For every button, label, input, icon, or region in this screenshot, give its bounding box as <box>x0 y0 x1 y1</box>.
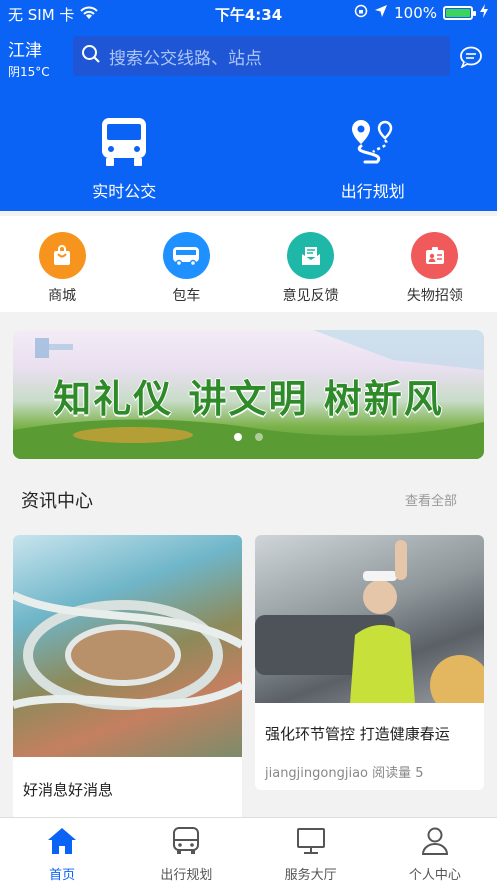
feedback-icon <box>287 232 335 279</box>
feedback-label: 意见反馈 <box>282 288 339 304</box>
tab-home[interactable]: 首页 <box>0 818 124 883</box>
news-meta: jiangjingongjiao 阅读量 5 <box>265 766 424 781</box>
view-all-link[interactable]: 查看全部 <box>405 490 457 509</box>
tab-profile-label: 个人中心 <box>408 868 461 883</box>
realtime-bus-button[interactable]: 实时公交 <box>0 116 249 206</box>
city-name: 江津 <box>8 41 42 61</box>
battery-icon <box>443 6 476 20</box>
route-icon <box>347 120 399 172</box>
banner-slogan: 知礼仪 讲文明 树新风 <box>53 376 444 421</box>
news-image-traffic-police <box>255 535 484 715</box>
realtime-bus-label: 实时公交 <box>92 182 157 201</box>
charter-label: 包车 <box>172 288 201 304</box>
carousel-dot[interactable] <box>255 433 264 441</box>
lost-found-button[interactable]: 失物招领 <box>373 216 497 312</box>
tab-trip-planning[interactable]: 出行规划 <box>124 818 248 883</box>
charging-icon <box>479 4 489 22</box>
news-title: 好消息好消息 <box>23 781 114 799</box>
tab-profile[interactable]: 个人中心 <box>373 818 497 883</box>
rotation-lock-icon <box>354 4 368 22</box>
battery-percent: 100% <box>394 4 437 22</box>
shopping-bag-icon <box>38 232 86 279</box>
news-title: 强化环节管控 打造健康春运 <box>265 725 450 743</box>
tab-trip-planning-label: 出行规划 <box>160 868 213 883</box>
status-bar: 无 SIM 卡 下午4:34 100% <box>0 0 497 28</box>
home-icon <box>46 828 78 860</box>
bus-icon <box>162 232 210 279</box>
lost-found-icon <box>411 232 459 279</box>
trip-planning-label: 出行规划 <box>340 182 405 201</box>
bottom-tab-bar: 首页 出行规划 服务大厅 个人中心 <box>0 817 497 883</box>
search-input[interactable]: 搜索公交线路、站点 <box>73 36 450 76</box>
banner-carousel[interactable]: 知礼仪 讲文明 树新风 <box>13 330 484 459</box>
mall-label: 商城 <box>48 288 77 304</box>
feedback-button[interactable]: 意见反馈 <box>249 216 373 312</box>
search-placeholder: 搜索公交线路、站点 <box>109 48 262 69</box>
carousel-dots <box>13 426 484 445</box>
city-selector[interactable]: 江津 阴15°C <box>8 36 68 80</box>
tab-home-label: 首页 <box>49 868 76 883</box>
tab-service-hall[interactable]: 服务大厅 <box>249 818 373 883</box>
news-image-highway <box>13 535 242 757</box>
carousel-dot[interactable] <box>233 433 242 441</box>
search-icon <box>81 44 101 68</box>
bus-icon <box>98 118 150 172</box>
charter-button[interactable]: 包车 <box>124 216 248 312</box>
quick-access-row: 商城 包车 意见反馈 失物招领 <box>0 216 497 312</box>
tab-service-hall-label: 服务大厅 <box>284 868 337 883</box>
news-card[interactable]: 强化环节管控 打造健康春运 jiangjingongjiao 阅读量 5 <box>255 535 484 790</box>
lost-found-label: 失物招领 <box>406 288 463 304</box>
news-card[interactable]: 好消息好消息 <box>13 535 242 820</box>
header: 江津 阴15°C 搜索公交线路、站点 实时公交 出行规划 <box>0 28 497 211</box>
message-icon[interactable] <box>459 46 483 72</box>
trip-planning-button[interactable]: 出行规划 <box>249 116 497 206</box>
news-section-title: 资讯中心 <box>21 491 93 512</box>
location-arrow-icon <box>374 4 388 22</box>
monitor-icon <box>295 828 327 860</box>
weather-text: 阴15°C <box>8 65 50 79</box>
mall-button[interactable]: 商城 <box>0 216 124 312</box>
user-icon <box>419 827 451 860</box>
bus-icon <box>170 827 202 860</box>
